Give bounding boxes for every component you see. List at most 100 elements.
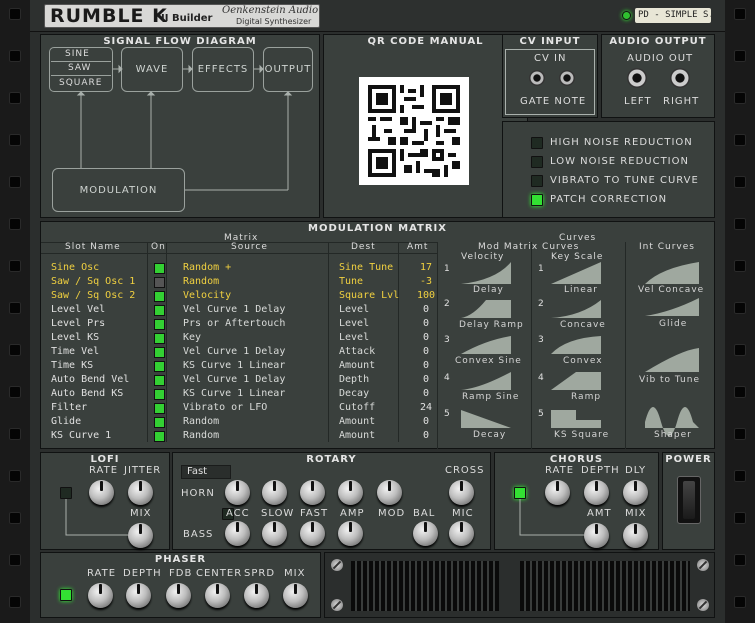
audio-output-title: AUDIO OUTPUT <box>609 36 707 47</box>
curve-num: 1 <box>444 264 450 274</box>
phaser-fdb-label: FDB <box>169 568 193 579</box>
bass-fast-knob[interactable] <box>300 521 325 546</box>
horn-amp-knob[interactable] <box>338 480 363 505</box>
cv-note-jack[interactable] <box>559 70 575 86</box>
cv-input-title: CV INPUT <box>519 36 581 47</box>
curve-num: 1 <box>538 264 544 274</box>
cross-knob[interactable] <box>449 480 474 505</box>
options-panel: HIGH NOISE REDUCTION LOW NOISE REDUCTION… <box>502 121 715 218</box>
vent-panel <box>324 552 715 618</box>
vel-curve-ramp-sine[interactable]: Ramp Sine <box>462 392 519 402</box>
vent-grille-right <box>520 561 690 611</box>
ks-curve-concave[interactable]: Concave <box>560 320 606 330</box>
chorus-routing <box>519 499 584 536</box>
cv-input-panel: CV INPUT CV IN GATE NOTE <box>502 34 598 118</box>
horn-slow-knob[interactable] <box>262 480 287 505</box>
int-curve-glide[interactable]: Glide <box>659 319 687 329</box>
rack-rail-left <box>0 0 30 623</box>
vel-curve-decay[interactable]: Decay <box>473 430 506 440</box>
mod-label: MOD <box>378 508 406 519</box>
amp-label: AMP <box>340 508 365 519</box>
right-output-jack[interactable] <box>670 68 690 88</box>
slow-label: SLOW <box>261 508 295 519</box>
int-curve-vib-to-tune[interactable]: Vib to Tune <box>639 375 700 385</box>
phaser-rate-label: RATE <box>87 568 117 579</box>
curve-num: 5 <box>444 409 450 419</box>
qr-panel: QR CODE MANUAL <box>323 34 528 218</box>
qr-code[interactable] <box>359 77 469 185</box>
phaser-fdb-knob[interactable] <box>166 583 191 608</box>
subtitle: Digital Synthesizer <box>236 17 312 26</box>
high-noise-reduction-label: HIGH NOISE REDUCTION <box>550 137 693 148</box>
bal-label: BAL <box>413 508 436 519</box>
int-curve-shaper[interactable]: Shaper <box>654 430 692 440</box>
vibrato-to-tune-toggle[interactable] <box>531 175 543 187</box>
curve-num: 3 <box>444 335 450 345</box>
curve-num: 2 <box>444 299 450 309</box>
high-noise-reduction-toggle[interactable] <box>531 137 543 149</box>
version-label: II <box>161 13 169 24</box>
power-switch[interactable] <box>677 476 701 524</box>
int-curve-vel-concave[interactable]: Vel Concave <box>638 285 704 295</box>
left-output-jack[interactable] <box>627 68 647 88</box>
curve-num: 4 <box>538 373 544 383</box>
signal-flow-panel: SIGNAL FLOW DIAGRAM SINE SAW SQUARE WAVE… <box>40 34 320 218</box>
ks-curve-linear[interactable]: Linear <box>564 285 598 295</box>
low-noise-reduction-label: LOW NOISE REDUCTION <box>550 156 689 167</box>
power-panel: POWER <box>662 452 715 550</box>
bass-slow-knob[interactable] <box>262 521 287 546</box>
bass-label: BASS <box>183 529 214 540</box>
phaser-mix-knob[interactable] <box>283 583 308 608</box>
lofi-panel: LOFI RATE JITTER MIX <box>40 452 170 550</box>
gate-note-label: GATE NOTE <box>520 96 587 107</box>
curve-num: 5 <box>538 409 544 419</box>
right-label: RIGHT <box>663 96 700 107</box>
rotary-title: ROTARY <box>306 454 357 465</box>
screw <box>697 559 709 571</box>
rotary-panel: ROTARY Fast CROSS HORN BASS ACC SLOW FAS… <box>172 452 491 550</box>
cross-label: CROSS <box>445 465 485 476</box>
qr-title: QR CODE MANUAL <box>367 36 484 47</box>
screw <box>331 599 343 611</box>
audio-out-label: AUDIO OUT <box>627 53 694 64</box>
curve-graphics <box>461 262 699 436</box>
fast-label: FAST <box>300 508 329 519</box>
patch-correction-toggle[interactable] <box>531 194 543 206</box>
ks-curve-convex[interactable]: Convex <box>563 356 603 366</box>
chorus-panel: CHORUS RATE DEPTH DLY AMT MIX <box>494 452 659 550</box>
bass-acc-knob[interactable] <box>225 521 250 546</box>
cv-gate-jack[interactable] <box>529 70 545 86</box>
qr-code-image <box>368 85 460 177</box>
horn-label: HORN <box>181 488 215 499</box>
patch-name-display[interactable]: PD - SIMPLE S... <box>635 8 711 23</box>
acc-label: ACC <box>226 508 250 519</box>
phaser-sprd-knob[interactable] <box>244 583 269 608</box>
phaser-mix-label: MIX <box>284 568 306 579</box>
bal-knob[interactable] <box>413 521 438 546</box>
phaser-depth-knob[interactable] <box>126 583 151 608</box>
audio-output-panel: AUDIO OUTPUT AUDIO OUT LEFT RIGHT <box>601 34 715 118</box>
vel-curve-convex-sine[interactable]: Convex Sine <box>455 356 522 366</box>
modulation-matrix-panel: MODULATION MATRIX Matrix Slot Name On So… <box>40 221 715 449</box>
builder-label: Builder <box>172 13 213 24</box>
phaser-rate-knob[interactable] <box>88 583 113 608</box>
ks-curve-ramp[interactable]: Ramp <box>571 392 601 402</box>
low-noise-reduction-toggle[interactable] <box>531 156 543 168</box>
phaser-center-knob[interactable] <box>205 583 230 608</box>
curve-num: 3 <box>538 335 544 345</box>
ks-curve-square[interactable]: KS Square <box>554 430 609 440</box>
horn-fast-knob[interactable] <box>300 480 325 505</box>
bass-amp-knob[interactable] <box>338 521 363 546</box>
phaser-title: PHASER <box>154 554 207 565</box>
horn-acc-knob[interactable] <box>225 480 250 505</box>
vel-curve-delay[interactable]: Delay <box>473 285 504 295</box>
horn-mod-knob[interactable] <box>377 480 402 505</box>
product-name: RUMBLE K <box>50 5 168 27</box>
left-label: LEFT <box>624 96 652 107</box>
mic-knob[interactable] <box>449 521 474 546</box>
patch-correction-label: PATCH CORRECTION <box>550 194 668 205</box>
rotary-speed-display[interactable]: Fast <box>181 465 231 479</box>
vel-curve-delay-ramp[interactable]: Delay Ramp <box>459 320 524 330</box>
phaser-enable-toggle[interactable] <box>60 589 72 601</box>
vibrato-to-tune-label: VIBRATO TO TUNE CURVE <box>550 175 699 186</box>
